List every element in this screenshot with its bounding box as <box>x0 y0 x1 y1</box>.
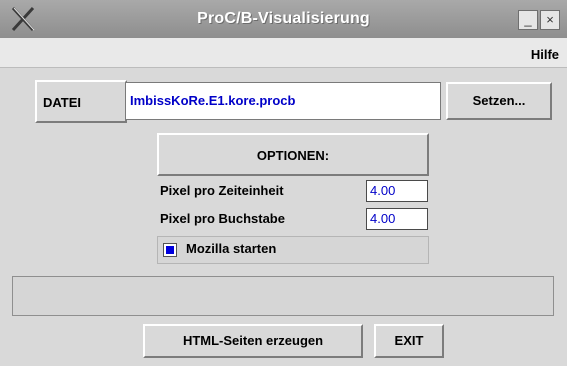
pixel-per-char-input[interactable]: 4.00 <box>366 208 428 230</box>
window-title: ProC/B-Visualisierung <box>197 10 370 27</box>
generate-html-button[interactable]: HTML-Seiten erzeugen <box>143 324 363 358</box>
file-label: DATEI <box>35 80 127 123</box>
start-mozilla-label[interactable]: Mozilla starten <box>186 238 276 260</box>
exit-button[interactable]: EXIT <box>374 324 444 358</box>
pixel-per-time-label: Pixel pro Zeiteinheit <box>160 183 284 198</box>
minimize-icon[interactable]: _ <box>518 10 538 30</box>
checkbox-checked-mark <box>166 246 174 254</box>
options-header: OPTIONEN: <box>157 133 429 176</box>
menu-help[interactable]: Hilfe <box>531 45 559 65</box>
pixel-per-time-input[interactable]: 4.00 <box>366 180 428 202</box>
status-bar <box>12 276 554 316</box>
pixel-per-char-label: Pixel pro Buchstabe <box>160 211 285 226</box>
menu-bar <box>0 38 567 68</box>
close-icon[interactable]: × <box>540 10 560 30</box>
file-path-field[interactable]: ImbissKoRe.E1.kore.procb <box>125 82 441 120</box>
set-file-button[interactable]: Setzen... <box>446 82 552 120</box>
